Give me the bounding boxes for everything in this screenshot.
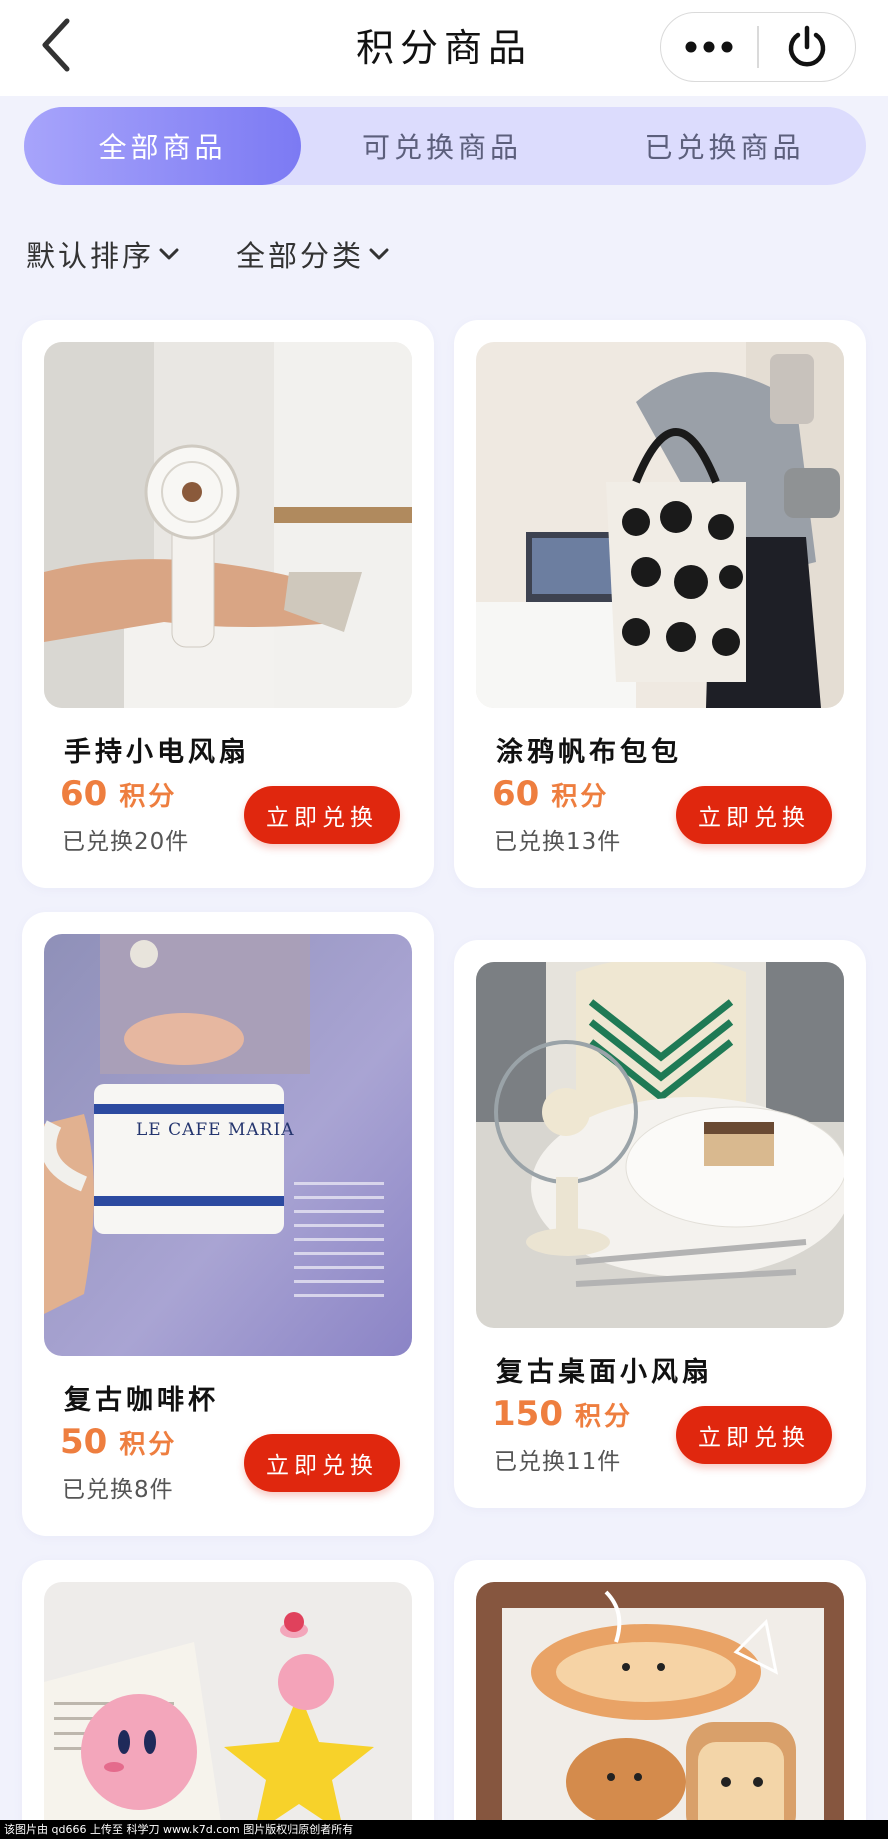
tab-all-products[interactable]: 全部商品 bbox=[24, 107, 301, 185]
redeemed-count: 已兑换8件 bbox=[62, 1477, 174, 1503]
chevron-left-icon bbox=[42, 18, 70, 72]
chevron-down-icon bbox=[159, 248, 179, 260]
product-image bbox=[476, 1582, 844, 1839]
product-card[interactable]: 涂鸦帆布包包 60 积分 已兑换13件 立即兑换 bbox=[454, 320, 866, 888]
product-image: LE CAFE MARIA bbox=[44, 934, 412, 1356]
product-card[interactable]: 复古桌面小风扇 150 积分 已兑换11件 立即兑换 bbox=[454, 940, 866, 1508]
category-dropdown[interactable]: 全部分类 bbox=[236, 232, 390, 276]
sort-dropdown[interactable]: 默认排序 bbox=[26, 232, 180, 276]
redeemed-count: 已兑换13件 bbox=[494, 829, 622, 855]
cup-print-text: LE CAFE MARIA bbox=[136, 1120, 295, 1140]
redeemed-count: 已兑换20件 bbox=[62, 829, 190, 855]
product-points: 60 积分 bbox=[60, 774, 177, 814]
tab-redeemable-products[interactable]: 可兑换商品 bbox=[301, 107, 583, 185]
product-card[interactable]: 手持小电风扇 60 积分 已兑换20件 立即兑换 bbox=[22, 320, 434, 888]
product-card[interactable]: LE CAFE MARIA 复古咖啡杯 50 积分 已兑换8件 立即兑换 bbox=[22, 912, 434, 1536]
product-points: 50 积分 bbox=[60, 1422, 177, 1462]
points-value: 50 bbox=[60, 1422, 108, 1462]
filter-bar: 默认排序 全部分类 bbox=[26, 232, 390, 276]
points-value: 60 bbox=[60, 774, 108, 814]
sort-dropdown-label: 默认排序 bbox=[26, 239, 155, 273]
points-unit: 积分 bbox=[551, 782, 610, 812]
product-card[interactable] bbox=[22, 1560, 434, 1839]
mini-program-capsule bbox=[660, 12, 856, 82]
product-image bbox=[476, 962, 844, 1328]
coffee-cup-photo bbox=[44, 934, 412, 1356]
chevron-down-icon bbox=[369, 248, 389, 260]
points-unit: 积分 bbox=[119, 782, 178, 812]
product-image bbox=[44, 1582, 412, 1839]
redeem-button[interactable]: 立即兑换 bbox=[244, 786, 400, 844]
close-button[interactable] bbox=[759, 13, 855, 81]
product-image bbox=[476, 342, 844, 708]
back-button[interactable] bbox=[30, 14, 82, 76]
category-dropdown-label: 全部分类 bbox=[236, 239, 365, 273]
category-tabs: 全部商品 可兑换商品 已兑换商品 bbox=[24, 107, 866, 185]
redeem-button[interactable]: 立即兑换 bbox=[676, 1406, 832, 1464]
product-name: 涂鸦帆布包包 bbox=[496, 737, 682, 768]
tab-redeemed-products[interactable]: 已兑换商品 bbox=[583, 107, 866, 185]
product-name: 复古咖啡杯 bbox=[64, 1385, 219, 1416]
product-card[interactable] bbox=[454, 1560, 866, 1839]
redeem-button[interactable]: 立即兑换 bbox=[676, 786, 832, 844]
product-name: 手持小电风扇 bbox=[64, 737, 250, 768]
power-icon bbox=[788, 25, 826, 67]
points-unit: 积分 bbox=[574, 1402, 633, 1432]
product-image bbox=[44, 342, 412, 708]
product-points: 60 积分 bbox=[492, 774, 609, 814]
points-value: 150 bbox=[492, 1394, 563, 1434]
redeem-button[interactable]: 立即兑换 bbox=[244, 1434, 400, 1492]
product-name: 复古桌面小风扇 bbox=[496, 1357, 713, 1388]
bread-plush-photo bbox=[476, 1582, 844, 1839]
points-value: 60 bbox=[492, 774, 540, 814]
points-unit: 积分 bbox=[119, 1430, 178, 1460]
more-dots-icon bbox=[685, 41, 733, 53]
redeemed-count: 已兑换11件 bbox=[494, 1449, 622, 1475]
more-button[interactable] bbox=[661, 13, 757, 81]
product-points: 150 积分 bbox=[492, 1394, 633, 1434]
watermark-bar: 该图片由 qd666 上传至 科学刀 www.k7d.com 图片版权归原创者所… bbox=[0, 1820, 888, 1839]
desk-fan-photo bbox=[476, 962, 844, 1328]
canvas-tote-bag-photo bbox=[476, 342, 844, 708]
handheld-fan-photo bbox=[44, 342, 412, 708]
top-bar: 积分商品 bbox=[0, 0, 888, 96]
kirby-toys-photo bbox=[44, 1582, 412, 1839]
